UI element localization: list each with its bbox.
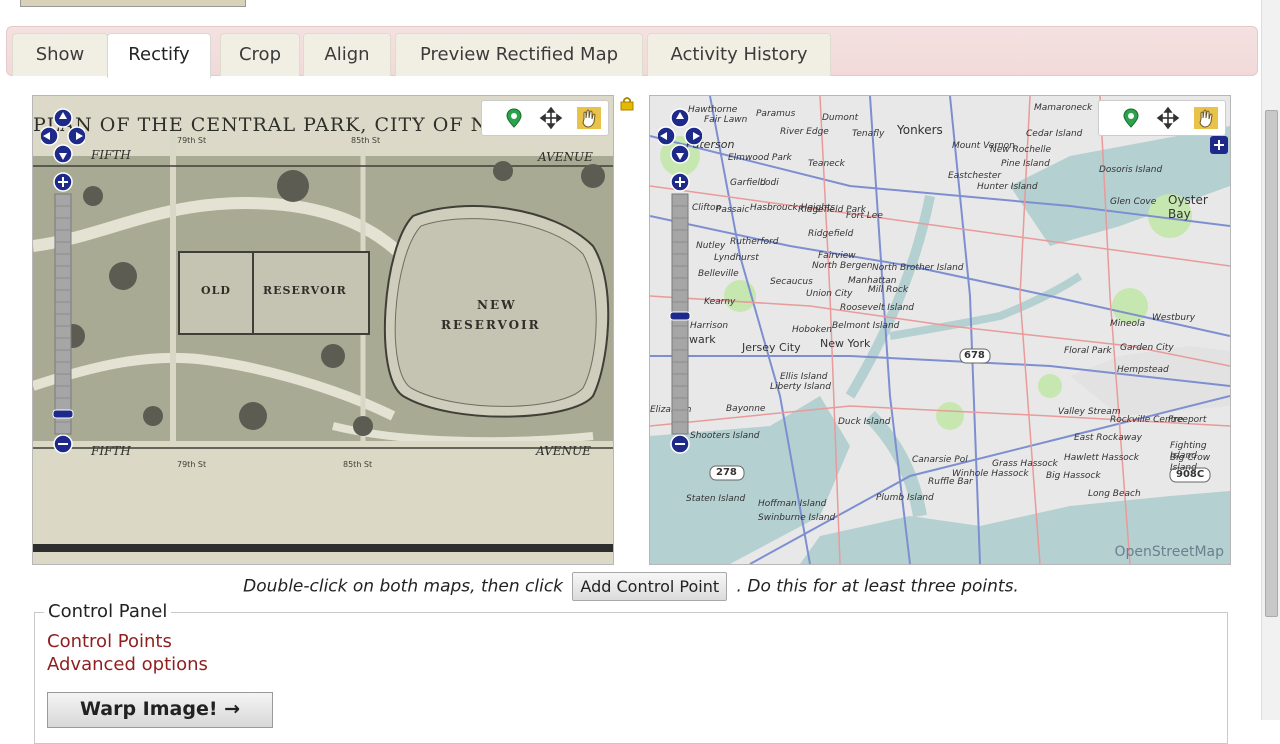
page-scrollbar[interactable]: [1261, 0, 1280, 720]
tab-crop[interactable]: Crop: [220, 33, 300, 76]
instructions-line: Double-click on both maps, then click Ad…: [0, 572, 1262, 601]
map-thumbnail[interactable]: [20, 0, 246, 7]
lock-icon[interactable]: [619, 95, 635, 111]
map-toolbar-right: [1098, 100, 1226, 136]
warp-image-button[interactable]: Warp Image! →: [47, 692, 273, 728]
openstreetmap-image[interactable]: [650, 96, 1230, 564]
scrollbar-thumb[interactable]: [1265, 110, 1278, 617]
instructions-text-after: . Do this for at least three points.: [736, 576, 1019, 597]
fifth-avenue-label-top: FIFTH: [91, 148, 131, 162]
map-toolbar-left: [481, 100, 609, 136]
street-85-label-bottom: 85th St: [343, 460, 373, 469]
avenue-label-bottom: AVENUE: [536, 444, 591, 458]
move-icon[interactable]: [1156, 107, 1180, 129]
avenue-label-top: AVENUE: [538, 150, 593, 164]
tab-bar: Show Rectify Crop Align Preview Rectifie…: [6, 26, 1258, 78]
move-icon[interactable]: [539, 107, 563, 129]
advanced-options-link[interactable]: Advanced options: [47, 654, 208, 675]
tab-preview-rectified-map[interactable]: Preview Rectified Map: [395, 33, 643, 76]
historic-map-panel[interactable]: PLAN OF THE CENTRAL PARK, CITY OF N FIFT…: [32, 95, 614, 565]
street-85-label-top: 85th St: [351, 136, 381, 145]
pan-hand-icon[interactable]: [1194, 107, 1218, 129]
street-79-label-top: 79th St: [177, 136, 207, 145]
add-control-point-button[interactable]: Add Control Point: [572, 572, 728, 601]
layer-switcher-icon[interactable]: [1210, 136, 1228, 154]
tab-show[interactable]: Show: [12, 33, 108, 76]
control-points-link[interactable]: Control Points: [47, 631, 172, 652]
map-title-text: PLAN OF THE CENTRAL PARK, CITY OF N: [33, 114, 489, 136]
tab-rectify[interactable]: Rectify: [107, 33, 211, 78]
tab-align[interactable]: Align: [303, 33, 391, 76]
route-shield-908c: 908C: [1176, 469, 1205, 480]
new-reservoir-label-reservoir: RESERVOIR: [441, 318, 541, 332]
route-shield-278: 278: [716, 467, 737, 478]
page-top-strip: [0, 0, 1280, 22]
add-point-icon[interactable]: [1119, 107, 1143, 129]
pan-zoom-control[interactable]: [41, 106, 85, 466]
zoom-slider-handle: [669, 311, 691, 321]
old-reservoir-label-reservoir: RESERVOIR: [263, 284, 347, 297]
new-reservoir-label-new: NEW: [477, 298, 517, 312]
zoom-slider-handle: [52, 409, 74, 419]
instructions-text-before: Double-click on both maps, then click: [243, 576, 564, 597]
pan-hand-icon[interactable]: [577, 107, 601, 129]
pan-zoom-control[interactable]: [658, 106, 702, 466]
control-panel-legend: Control Panel: [44, 601, 172, 622]
osm-attribution[interactable]: OpenStreetMap: [1115, 544, 1224, 560]
add-point-icon[interactable]: [502, 107, 526, 129]
tab-activity-history[interactable]: Activity History: [647, 33, 831, 76]
route-shield-678: 678: [964, 350, 985, 361]
reference-map-panel[interactable]: Hawthorne Paramus Dumont Yonkers Mamaron…: [649, 95, 1231, 565]
street-79-label-bottom: 79th St: [177, 460, 207, 469]
old-reservoir-label-old: OLD: [201, 284, 231, 297]
fifth-avenue-label-bottom: FIFTH: [91, 444, 131, 458]
